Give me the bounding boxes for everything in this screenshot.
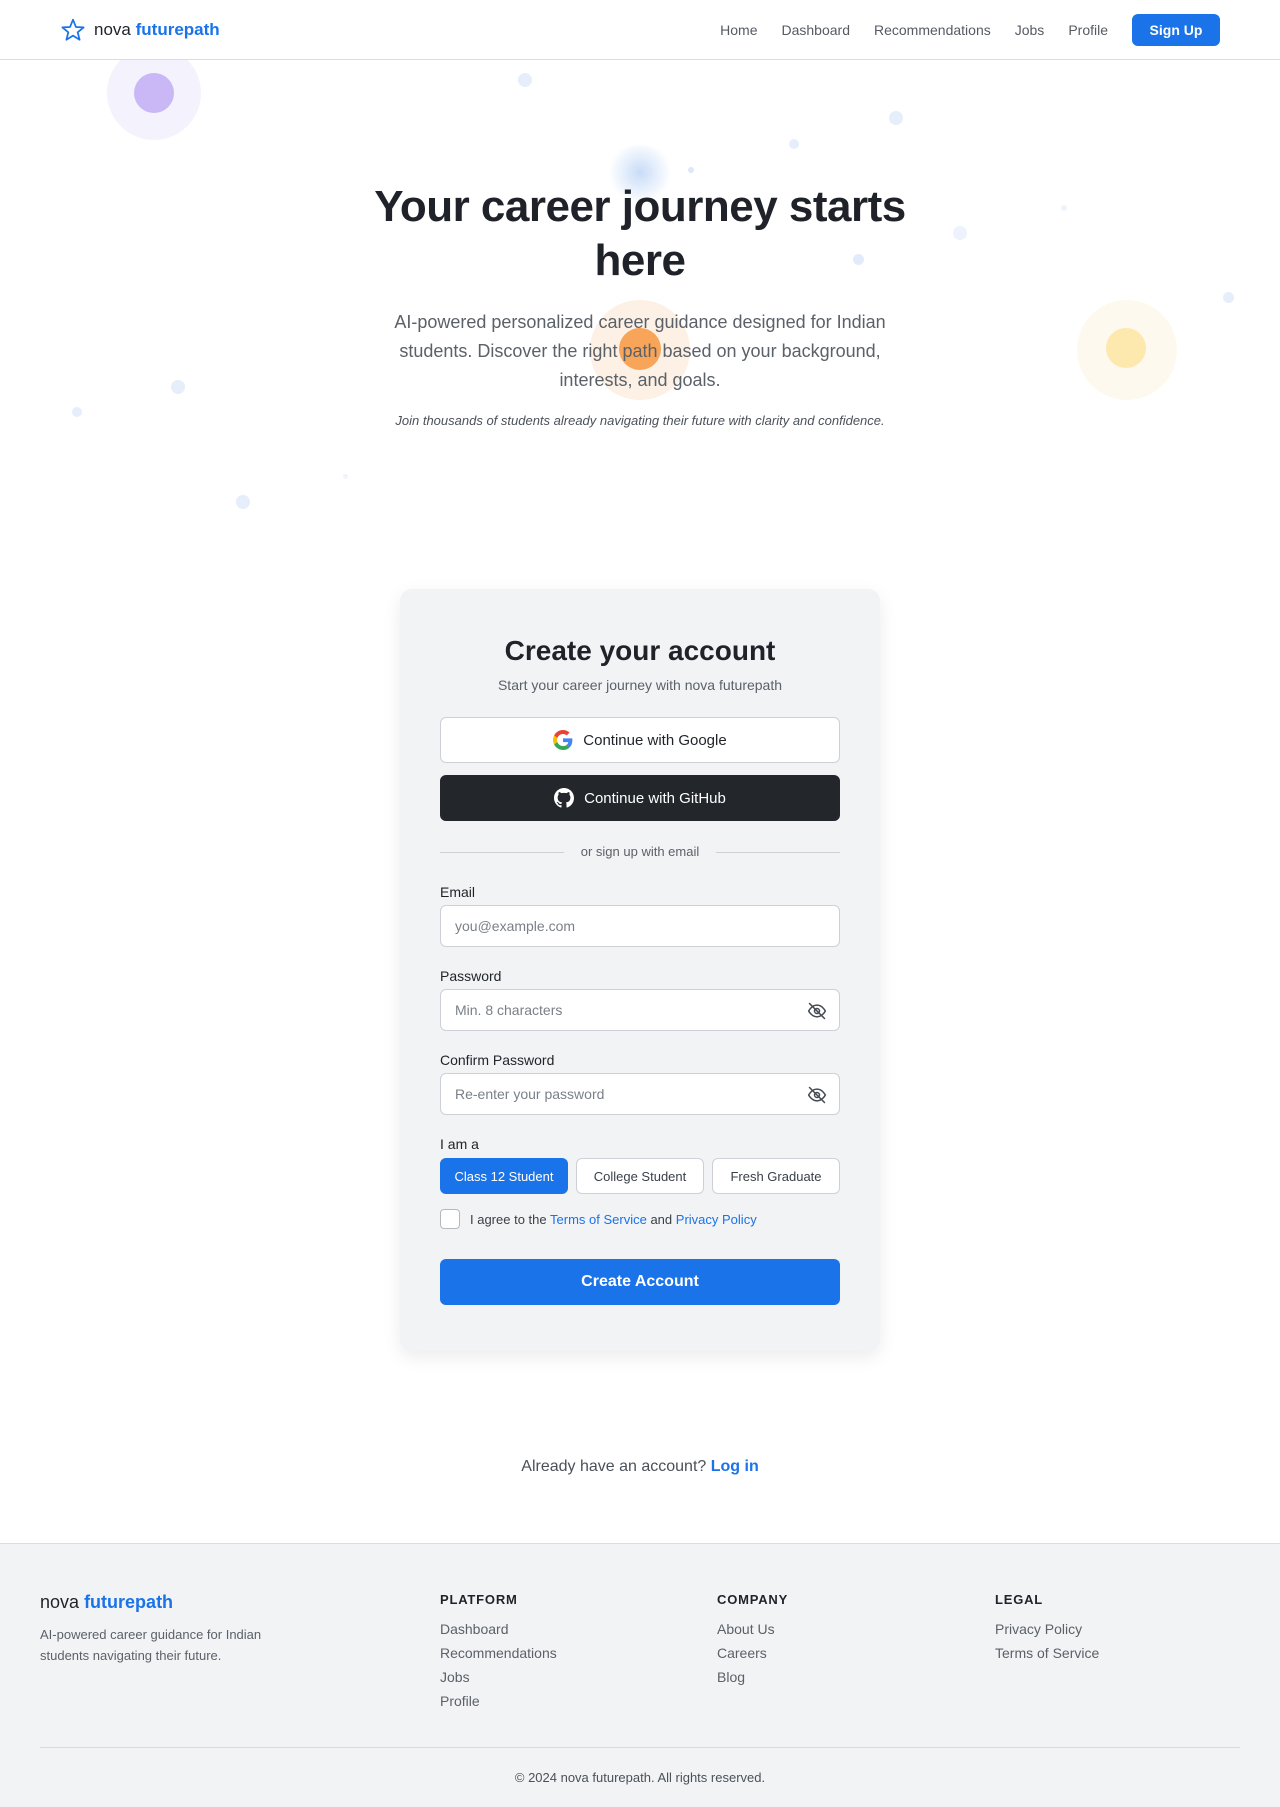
nav-link-dashboard[interactable]: Dashboard xyxy=(782,22,851,38)
decor-dot xyxy=(171,380,185,394)
role-option-class12[interactable]: Class 12 Student xyxy=(440,1158,568,1194)
decor-dot xyxy=(688,167,694,173)
brand-name-accent: futurepath xyxy=(135,20,220,39)
footer-link-recommendations[interactable]: Recommendations xyxy=(440,1645,557,1662)
terms-agreement: I agree to the Terms of Service and Priv… xyxy=(440,1209,757,1229)
github-signin-button[interactable]: Continue with GitHub xyxy=(440,775,840,821)
agree-prefix: I agree to the xyxy=(470,1211,547,1227)
footer-link-profile[interactable]: Profile xyxy=(440,1693,557,1710)
decor-dot xyxy=(1223,292,1234,303)
footer-heading-company: COMPANY xyxy=(717,1592,789,1607)
footer-heading-legal: LEGAL xyxy=(995,1592,1044,1607)
brand-logo[interactable]: nova futurepath xyxy=(60,17,220,43)
footer-col-company: COMPANY About Us Careers Blog xyxy=(717,1592,788,1693)
nav-link-jobs[interactable]: Jobs xyxy=(1015,22,1045,38)
decor-dot xyxy=(789,139,799,149)
copyright: © 2024 nova futurepath. All rights reser… xyxy=(514,1770,766,1785)
or-divider: or sign up with email xyxy=(440,844,840,860)
footer-link-careers[interactable]: Careers xyxy=(717,1645,788,1662)
brand-name-prefix: nova xyxy=(94,20,131,39)
footer: nova futurepath AI-powered career guidan… xyxy=(0,1543,1280,1807)
footer-link-dashboard[interactable]: Dashboard xyxy=(440,1621,557,1638)
role-option-graduate[interactable]: Fresh Graduate xyxy=(712,1158,840,1194)
login-prompt-text: Already have an account? xyxy=(521,1458,707,1475)
footer-heading-platform: PLATFORM xyxy=(440,1592,518,1607)
hero-subtitle: AI-powered personalized career guidance … xyxy=(394,312,886,390)
star-icon xyxy=(61,18,85,41)
decor-dot xyxy=(953,226,967,240)
role-label: I am a xyxy=(440,1136,479,1152)
footer-col-platform: PLATFORM Dashboard Recommendations Jobs … xyxy=(440,1592,557,1717)
card-subtitle: Start your career journey with nova futu… xyxy=(497,677,783,693)
confirm-password-label: Confirm Password xyxy=(440,1052,555,1068)
email-field[interactable] xyxy=(441,906,839,946)
top-nav: nova futurepath Home Dashboard Recommend… xyxy=(0,0,1280,60)
login-prompt: Already have an account? Log in xyxy=(0,1458,1280,1476)
footer-link-about[interactable]: About Us xyxy=(717,1621,788,1638)
footer-link-blog[interactable]: Blog xyxy=(717,1669,788,1686)
footer-divider xyxy=(40,1747,1240,1748)
confirm-password-field-wrapper xyxy=(440,1073,840,1115)
signup-button[interactable]: Sign Up xyxy=(1132,14,1220,46)
login-link[interactable]: Log in xyxy=(711,1458,759,1475)
google-button-label: Continue with Google xyxy=(583,731,727,749)
eye-off-icon[interactable] xyxy=(807,1001,827,1021)
decor-bubble xyxy=(1106,328,1146,368)
github-icon xyxy=(554,788,575,808)
terms-checkbox[interactable] xyxy=(440,1209,460,1229)
footer-col-legal: LEGAL Privacy Policy Terms of Service xyxy=(995,1592,1099,1669)
card-title: Create your account xyxy=(504,635,776,666)
privacy-link[interactable]: Privacy Policy xyxy=(676,1212,757,1227)
footer-link-privacy[interactable]: Privacy Policy xyxy=(995,1621,1099,1638)
eye-off-icon[interactable] xyxy=(807,1085,827,1105)
decor-bubble xyxy=(134,73,174,113)
decor-dot xyxy=(1061,205,1067,211)
footer-brand: nova futurepath xyxy=(40,1592,173,1613)
terms-link[interactable]: Terms of Service xyxy=(550,1212,647,1227)
signup-card: Create your account Start your career jo… xyxy=(400,589,880,1351)
footer-link-terms[interactable]: Terms of Service xyxy=(995,1645,1099,1662)
decor-dot xyxy=(72,407,82,417)
email-label: Email xyxy=(440,884,476,900)
google-icon xyxy=(553,730,573,750)
google-signin-button[interactable]: Continue with Google xyxy=(440,717,840,763)
decor-dot xyxy=(889,111,903,125)
nav-link-recommendations[interactable]: Recommendations xyxy=(874,22,991,38)
password-field-wrapper xyxy=(440,989,840,1031)
email-field-wrapper xyxy=(440,905,840,947)
footer-link-jobs[interactable]: Jobs xyxy=(440,1669,557,1686)
nav-link-profile[interactable]: Profile xyxy=(1068,22,1108,38)
agree-and: and xyxy=(650,1211,673,1227)
decor-dot xyxy=(236,495,250,509)
confirm-password-field[interactable] xyxy=(441,1074,839,1114)
hero-note: Join thousands of students already navig… xyxy=(395,413,885,428)
password-field[interactable] xyxy=(441,990,839,1030)
decor-dot xyxy=(343,474,348,479)
hero-title: Your career journey starts here xyxy=(374,182,906,285)
nav-link-home[interactable]: Home xyxy=(720,22,757,38)
decor-dot xyxy=(518,73,532,87)
role-option-college[interactable]: College Student xyxy=(576,1158,704,1194)
password-label: Password xyxy=(440,968,502,984)
footer-brand-prefix: nova xyxy=(40,1592,80,1612)
github-button-label: Continue with GitHub xyxy=(584,789,726,807)
footer-description: AI-powered career guidance for Indian st… xyxy=(40,1627,262,1663)
footer-brand-accent: futurepath xyxy=(84,1592,174,1612)
create-account-button[interactable]: Create Account xyxy=(440,1259,840,1305)
